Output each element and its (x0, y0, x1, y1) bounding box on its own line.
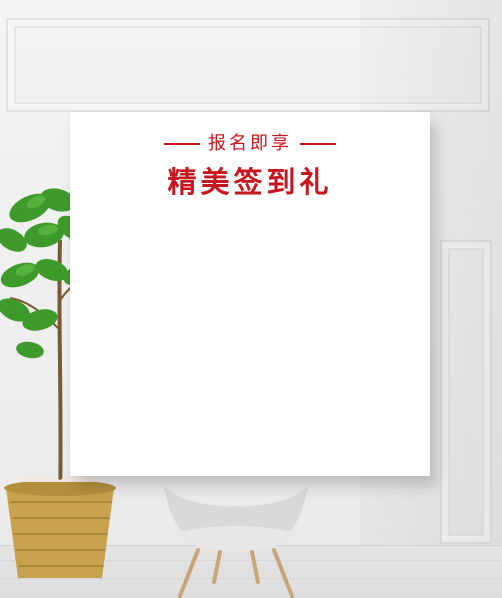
left-rule (164, 143, 200, 145)
board-title: 精美签到礼 (167, 165, 333, 199)
headline-text: 报名即享 (208, 133, 292, 154)
headline-row: 报名即享 (70, 132, 430, 156)
lounge-chair (158, 472, 314, 598)
chair-illustration (164, 486, 308, 598)
blank-board: 报名即享 精美签到礼 (70, 112, 430, 476)
room-background: 报名即享 精美签到礼 (0, 0, 502, 598)
right-rule (300, 143, 336, 145)
